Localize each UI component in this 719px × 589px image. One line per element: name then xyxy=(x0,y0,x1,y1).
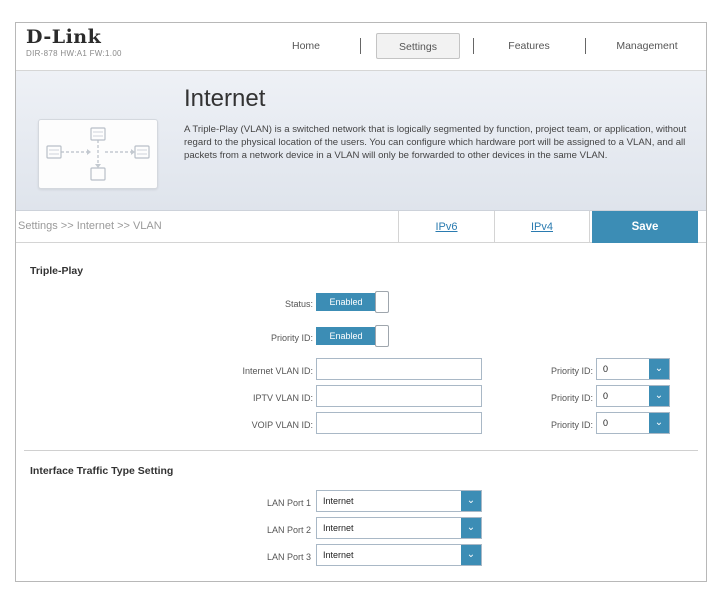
toggle-knob xyxy=(375,291,389,313)
status-toggle[interactable]: Enabled xyxy=(316,291,390,313)
chevron-down-icon: ⌄ xyxy=(461,545,481,565)
main-nav: Home Settings Features Management xyxy=(16,33,706,59)
priority-id-toggle-value: Enabled xyxy=(316,327,376,345)
lan-port-1-select[interactable]: Internet ⌄ xyxy=(316,490,482,512)
lan-port-3-label: LAN Port 3 xyxy=(266,552,311,562)
iptv-vlan-input[interactable] xyxy=(316,385,482,407)
interface-traffic-title: Interface Traffic Type Setting xyxy=(30,465,174,477)
toggle-knob xyxy=(375,325,389,347)
voip-priority-select[interactable]: 0 ⌄ xyxy=(596,412,670,434)
router-settings-window: D-Link DIR-878 HW:A1 FW:1.00 Home Settin… xyxy=(15,22,707,582)
iptv-vlan-label: IPTV VLAN ID: xyxy=(252,393,313,403)
priority-id-toggle[interactable]: Enabled xyxy=(316,325,390,347)
save-button[interactable]: Save xyxy=(592,211,698,243)
top-header: D-Link DIR-878 HW:A1 FW:1.00 Home Settin… xyxy=(16,23,706,71)
internet-vlan-label: Internet VLAN ID: xyxy=(242,366,313,376)
breadcrumb: Settings >> Internet >> VLAN xyxy=(18,220,162,232)
page-banner: Internet A Triple-Play (VLAN) is a switc… xyxy=(16,71,706,211)
iptv-priority-value: 0 xyxy=(603,391,609,401)
iptv-priority-select[interactable]: 0 ⌄ xyxy=(596,385,670,407)
chevron-down-icon: ⌄ xyxy=(461,518,481,538)
voip-priority-label: Priority ID: xyxy=(550,420,593,430)
chevron-down-icon: ⌄ xyxy=(649,386,669,406)
iptv-priority-label: Priority ID: xyxy=(550,393,593,403)
status-label: Status: xyxy=(284,299,313,309)
nav-separator xyxy=(473,38,474,54)
lan-port-2-select[interactable]: Internet ⌄ xyxy=(316,517,482,539)
lan-port-2-value: Internet xyxy=(323,523,354,533)
section-divider xyxy=(24,450,698,451)
page-description: A Triple-Play (VLAN) is a switched netwo… xyxy=(184,124,687,161)
nav-settings[interactable]: Settings xyxy=(376,33,460,59)
status-toggle-value: Enabled xyxy=(316,293,376,311)
nav-separator xyxy=(585,38,586,54)
tab-ipv6[interactable]: IPv6 xyxy=(398,211,494,243)
voip-vlan-label: VOIP VLAN ID: xyxy=(251,420,313,430)
internet-priority-label: Priority ID: xyxy=(550,366,593,376)
voip-priority-value: 0 xyxy=(603,418,609,428)
nav-management[interactable]: Management xyxy=(602,33,692,59)
internet-priority-select[interactable]: 0 ⌄ xyxy=(596,358,670,380)
lan-port-3-value: Internet xyxy=(323,550,354,560)
chevron-down-icon: ⌄ xyxy=(649,359,669,379)
priority-id-label: Priority ID: xyxy=(270,333,313,343)
chevron-down-icon: ⌄ xyxy=(649,413,669,433)
network-diagram-icon xyxy=(38,119,158,189)
triple-play-title: Triple-Play xyxy=(30,265,84,277)
internet-priority-value: 0 xyxy=(603,364,609,374)
sub-navigation-bar: Settings >> Internet >> VLAN IPv6 IPv4 S… xyxy=(16,211,706,243)
lan-port-1-label: LAN Port 1 xyxy=(266,498,311,508)
page-title: Internet xyxy=(184,85,266,112)
chevron-down-icon: ⌄ xyxy=(461,491,481,511)
nav-separator xyxy=(360,38,361,54)
lan-port-1-value: Internet xyxy=(323,496,354,506)
nav-features[interactable]: Features xyxy=(494,33,564,59)
tab-ipv4[interactable]: IPv4 xyxy=(494,211,590,243)
lan-port-3-select[interactable]: Internet ⌄ xyxy=(316,544,482,566)
internet-vlan-input[interactable] xyxy=(316,358,482,380)
lan-port-2-label: LAN Port 2 xyxy=(266,525,311,535)
voip-vlan-input[interactable] xyxy=(316,412,482,434)
nav-home[interactable]: Home xyxy=(278,33,334,59)
